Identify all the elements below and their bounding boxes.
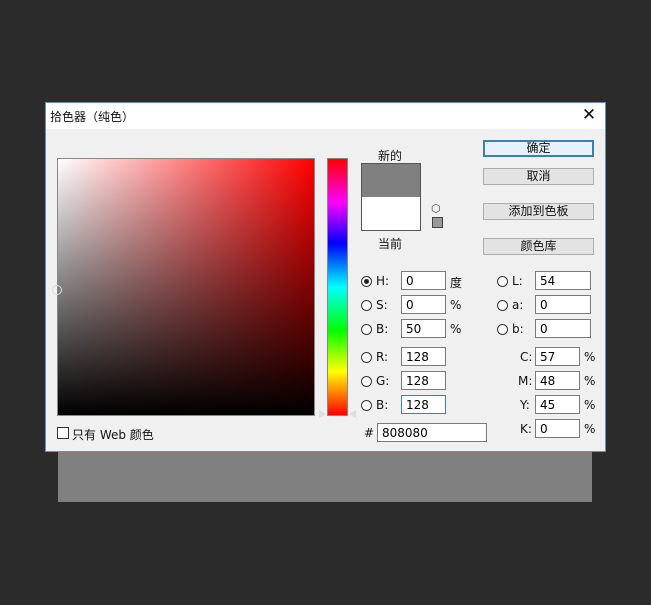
black-label: K: (520, 422, 532, 436)
cyan-unit: % (584, 350, 596, 364)
blue-input[interactable] (401, 395, 446, 414)
yellow-input[interactable] (535, 395, 580, 414)
web-safe-swatch-icon[interactable] (432, 217, 443, 228)
radio-brightness[interactable] (361, 324, 372, 335)
magenta-input[interactable] (535, 371, 580, 390)
hue-slider-handle-left[interactable] (319, 410, 326, 418)
radio-lab-a[interactable] (497, 300, 508, 311)
red-input[interactable] (401, 347, 446, 366)
hue-slider-handle-right[interactable] (349, 410, 356, 418)
green-input[interactable] (401, 371, 446, 390)
brightness-label: B: (376, 322, 389, 336)
new-color-swatch (362, 164, 420, 197)
color-picker-dialog: 拾色器（纯色） ✕ 新的 当前 ⬡ 确定 取消 添加到色板 颜色库 H: 度 S… (45, 102, 606, 452)
new-color-label: 新的 (378, 149, 403, 163)
radio-hue[interactable] (361, 276, 372, 287)
color-field-marker[interactable] (52, 285, 62, 295)
brightness-input[interactable] (401, 319, 446, 338)
green-label: G: (376, 374, 390, 388)
lab-a-label: a: (512, 298, 524, 312)
document-canvas-preview (58, 452, 592, 502)
black-unit: % (584, 422, 596, 436)
blue-label: B: (376, 398, 389, 412)
ok-button[interactable]: 确定 (483, 140, 594, 157)
radio-saturation[interactable] (361, 300, 372, 311)
lightness-label: L: (512, 274, 523, 288)
lab-b-label: b: (512, 322, 524, 336)
lightness-input[interactable] (535, 271, 591, 290)
cancel-button[interactable]: 取消 (483, 168, 594, 185)
magenta-label: M: (518, 374, 533, 388)
cyan-input[interactable] (535, 347, 580, 366)
current-color-label: 当前 (378, 237, 403, 251)
yellow-unit: % (584, 398, 596, 412)
magenta-unit: % (584, 374, 596, 388)
hue-label: H: (376, 274, 390, 288)
close-icon[interactable]: ✕ (579, 105, 599, 125)
radio-blue[interactable] (361, 400, 372, 411)
dialog-title: 拾色器（纯色） (50, 110, 135, 124)
saturation-input[interactable] (401, 295, 446, 314)
radio-green[interactable] (361, 376, 372, 387)
saturation-unit: % (450, 298, 462, 312)
lab-a-input[interactable] (535, 295, 591, 314)
black-input[interactable] (535, 419, 580, 438)
title-bar: 拾色器（纯色） ✕ (46, 103, 605, 129)
current-color-swatch[interactable] (362, 197, 420, 230)
brightness-unit: % (450, 322, 462, 336)
hex-label: # (364, 426, 375, 440)
cube-icon[interactable]: ⬡ (431, 202, 441, 215)
color-swatch-compare (361, 163, 421, 231)
saturation-label: S: (376, 298, 388, 312)
color-libraries-button[interactable]: 颜色库 (483, 238, 594, 255)
radio-lab-b[interactable] (497, 324, 508, 335)
radio-lightness[interactable] (497, 276, 508, 287)
red-label: R: (376, 350, 389, 364)
yellow-label: Y: (520, 398, 530, 412)
hex-input[interactable] (377, 423, 487, 442)
web-colors-only-checkbox[interactable] (57, 427, 69, 439)
radio-red[interactable] (361, 352, 372, 363)
cyan-label: C: (520, 350, 533, 364)
color-field[interactable] (52, 158, 315, 416)
hue-slider[interactable] (327, 158, 348, 416)
lab-b-input[interactable] (535, 319, 591, 338)
hue-unit: 度 (450, 276, 463, 290)
add-to-swatches-button[interactable]: 添加到色板 (483, 203, 594, 220)
web-colors-only-label[interactable]: 只有 Web 颜色 (72, 426, 154, 443)
hue-input[interactable] (401, 271, 446, 290)
